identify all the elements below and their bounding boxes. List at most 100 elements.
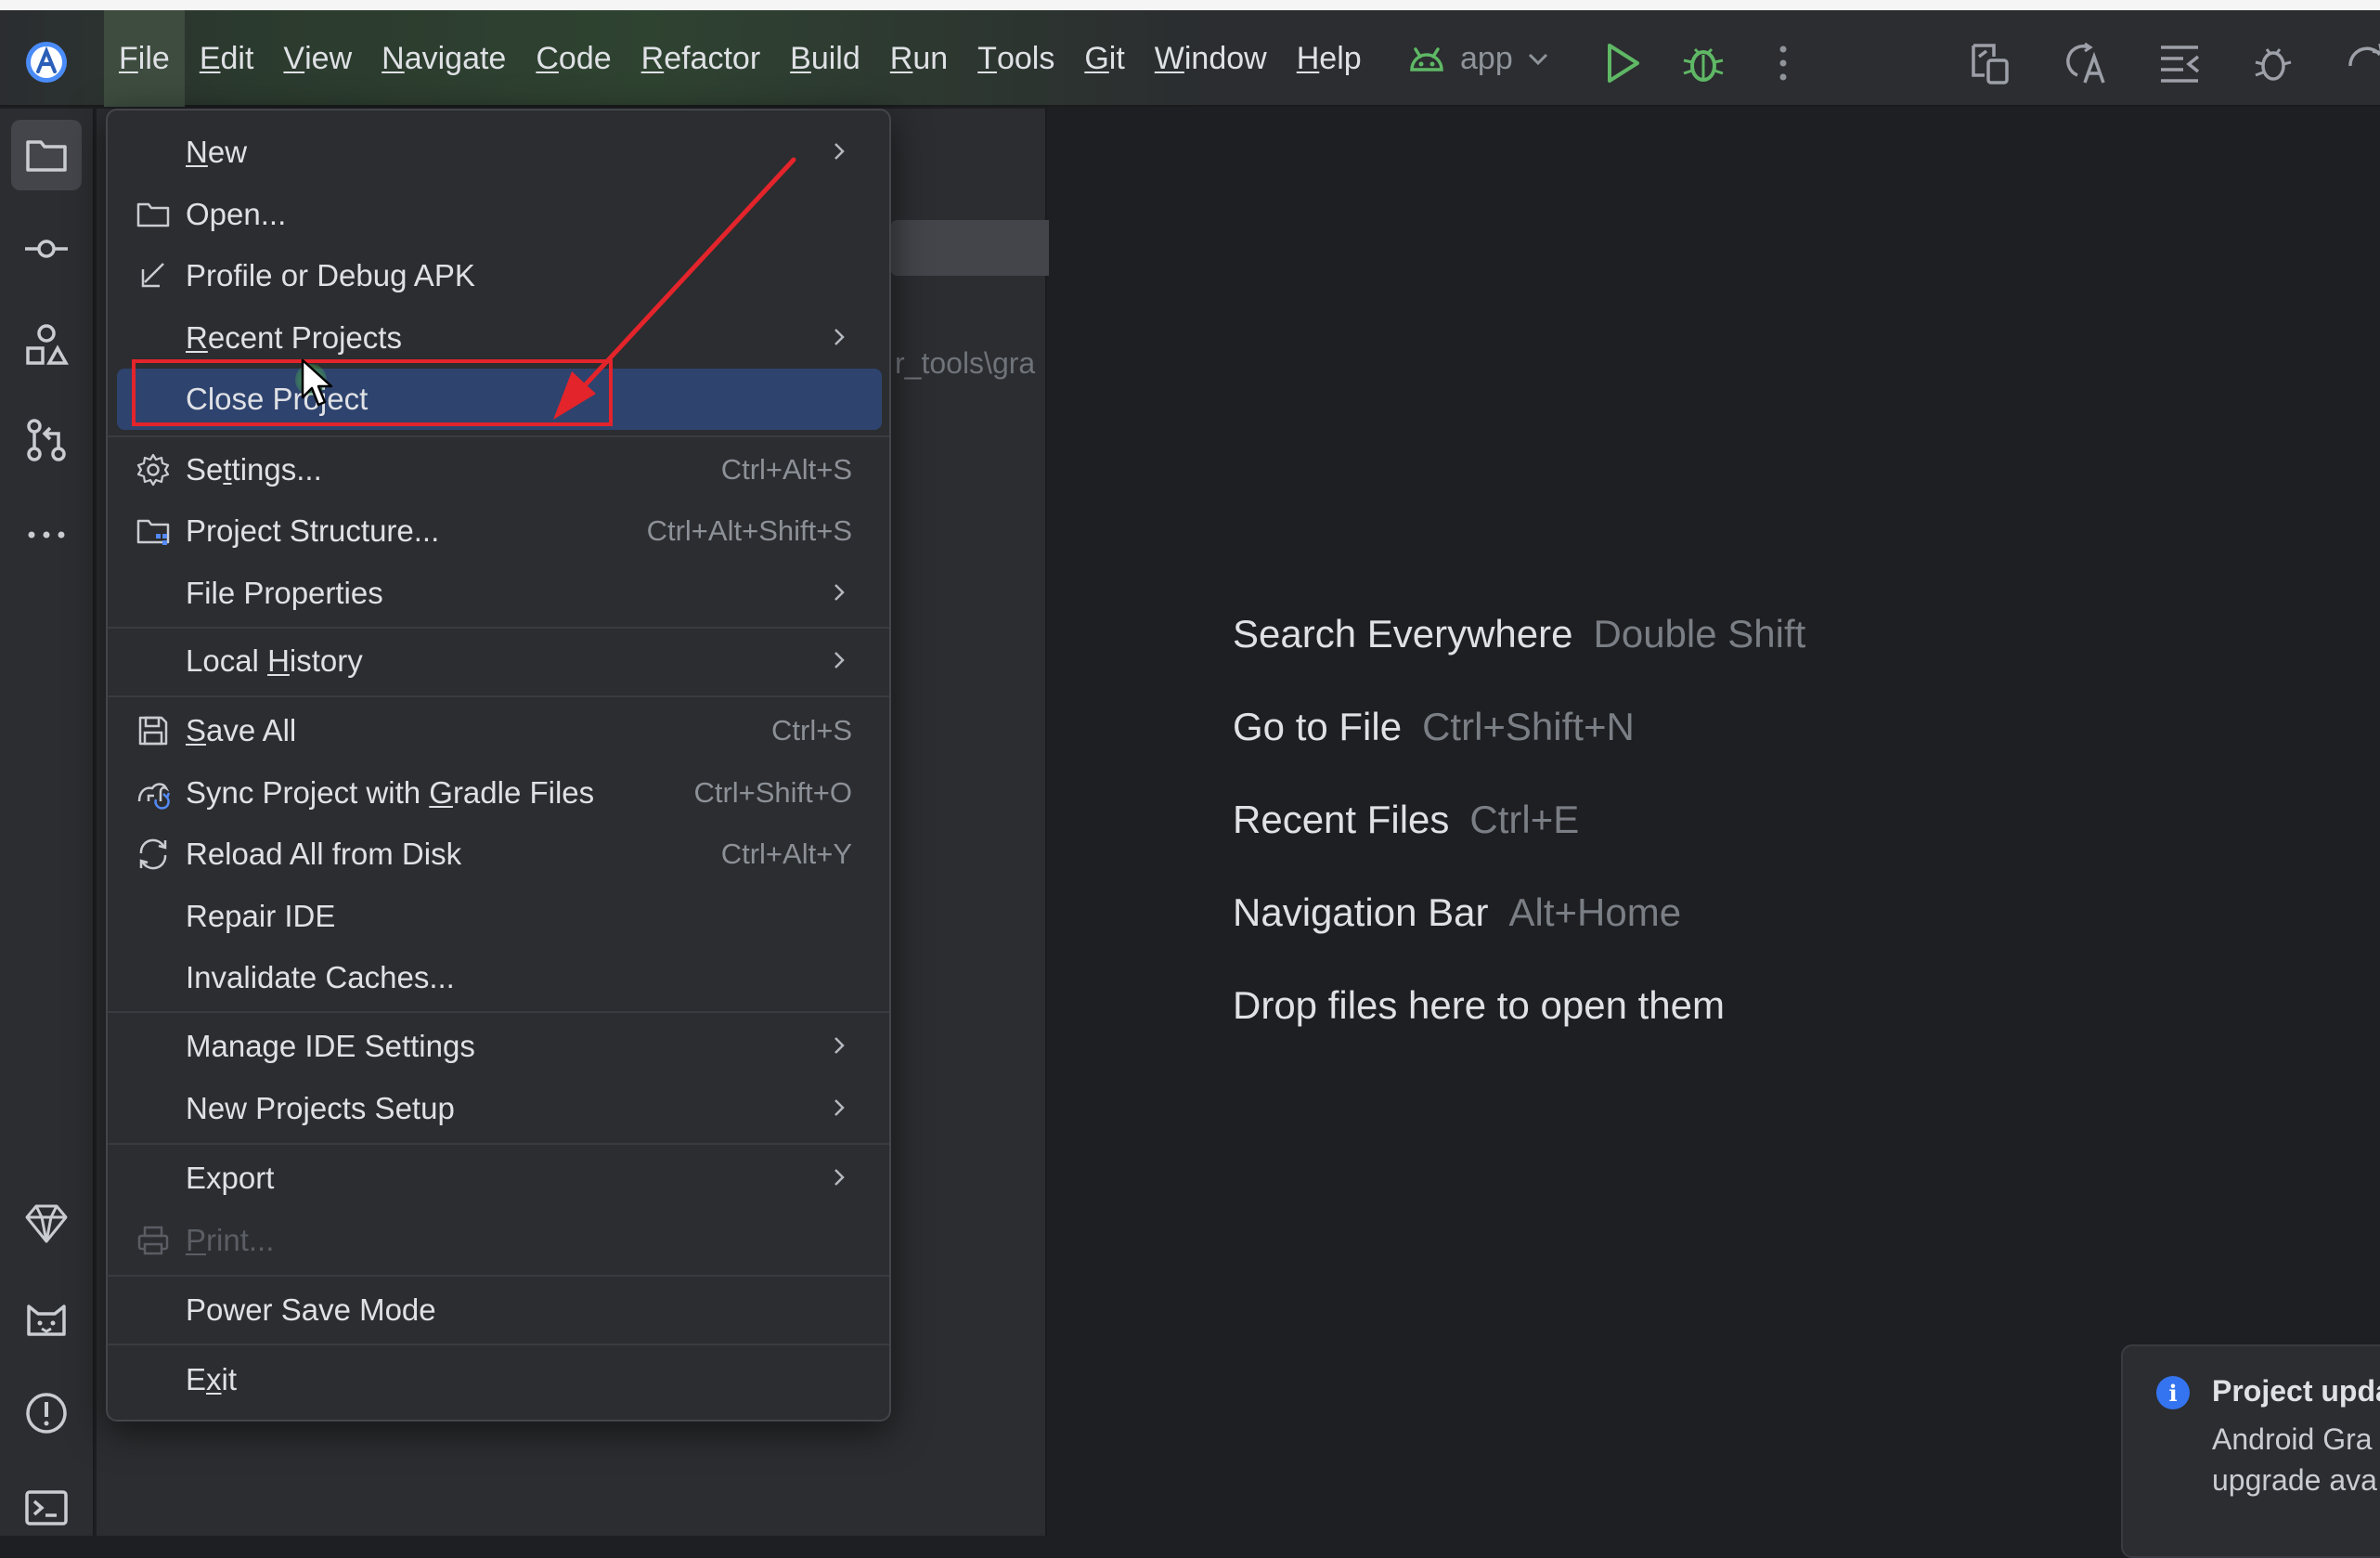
chevron-right-icon: [834, 1169, 845, 1186]
chevron-right-icon: [834, 652, 845, 669]
menu-code[interactable]: Code: [521, 10, 626, 107]
shortcut-settings: Ctrl+Alt+S: [720, 453, 852, 486]
chevron-right-icon: [834, 1099, 845, 1116]
hint-search-everywhere: Search Everywhere Double Shift: [1233, 612, 1806, 656]
shortcut-reload: Ctrl+Alt+Y: [720, 837, 852, 870]
project-folder-icon: [26, 140, 67, 172]
commit-tool-button[interactable]: [19, 222, 73, 276]
gem-icon: [25, 1204, 68, 1243]
problems-icon: [26, 1393, 67, 1434]
menu-separator: [108, 627, 889, 629]
terminal-tool-button[interactable]: [19, 1481, 73, 1535]
menu-build[interactable]: Build: [775, 10, 875, 107]
save-icon: [138, 716, 168, 746]
project-tool-button[interactable]: [11, 120, 82, 190]
info-icon: i: [2156, 1376, 2190, 1409]
project-update-notification[interactable]: i Project upda Android Gra upgrade ava: [2121, 1344, 2380, 1558]
problems-tool-button[interactable]: [19, 1386, 73, 1440]
chevron-right-icon: [834, 1037, 845, 1054]
menu-item-local-history[interactable]: Local History: [117, 630, 882, 692]
menu-item-file-properties[interactable]: File Properties: [117, 563, 882, 624]
debug-icon[interactable]: [1678, 38, 1728, 88]
resource-manager-tool-button[interactable]: [19, 318, 73, 372]
print-icon: [137, 1226, 169, 1255]
run-config-label: app: [1460, 40, 1513, 76]
menu-tools[interactable]: Tools: [963, 10, 1069, 107]
reload-icon: [139, 838, 167, 870]
menu-edit[interactable]: Edit: [185, 10, 269, 107]
menu-separator: [108, 1344, 889, 1345]
run-icon[interactable]: [1597, 38, 1647, 88]
chevron-right-icon: [834, 584, 845, 601]
menu-item-power-save-mode[interactable]: Power Save Mode: [117, 1279, 882, 1341]
menu-git[interactable]: Git: [1069, 10, 1139, 107]
translate-icon[interactable]: [2061, 38, 2111, 88]
terminal-icon: [25, 1490, 68, 1526]
app-quality-tool-button[interactable]: [19, 1293, 73, 1347]
more-tools-icon: [28, 531, 65, 539]
more-vertical-icon[interactable]: [1758, 38, 1808, 88]
menu-item-save-all[interactable]: Save All Ctrl+S: [117, 700, 882, 761]
chevron-right-icon: [834, 329, 845, 345]
left-tool-window-bar: [0, 109, 95, 1536]
chevron-right-icon: [834, 143, 845, 160]
bug-settings-icon[interactable]: [2250, 38, 2300, 88]
pull-requests-tool-button[interactable]: [19, 413, 73, 467]
sync-icon[interactable]: [2343, 38, 2380, 88]
menu-item-project-structure[interactable]: Project Structure... Ctrl+Alt+Shift+S: [117, 500, 882, 562]
menu-item-reload-from-disk[interactable]: Reload All from Disk Ctrl+Alt+Y: [117, 824, 882, 885]
notification-body-line-1: Android Gra: [2212, 1422, 2373, 1456]
gemini-tool-button[interactable]: [19, 1197, 73, 1251]
notification-body-line-2: upgrade ava: [2212, 1463, 2377, 1497]
mouse-cursor-icon: [301, 358, 333, 407]
menu-item-repair-ide[interactable]: Repair IDE: [117, 886, 882, 947]
menu-separator: [108, 695, 889, 697]
menu-refactor[interactable]: Refactor: [627, 10, 776, 107]
project-path-fragment: r_tools\gra: [895, 346, 1036, 380]
shortcut-save-all: Ctrl+S: [771, 714, 852, 747]
menu-item-settings[interactable]: Settings... Ctrl+Alt+S: [117, 439, 882, 500]
cat-icon: [27, 1305, 66, 1336]
menu-item-sync-gradle[interactable]: Sync Project with Gradle Files Ctrl+Shif…: [117, 762, 882, 824]
annotation-arrow-icon: [553, 157, 796, 420]
import-arrow-icon: [141, 263, 164, 288]
menu-run[interactable]: Run: [875, 10, 963, 107]
menu-separator: [108, 1275, 889, 1277]
menu-file[interactable]: File: [104, 10, 185, 107]
android-icon: [1410, 47, 1443, 71]
device-manager-icon[interactable]: [1966, 38, 2016, 88]
menu-help[interactable]: Help: [1282, 10, 1377, 107]
run-configuration-selector[interactable]: app: [1406, 10, 1550, 107]
android-studio-logo-icon: [26, 42, 67, 83]
menu-item-export[interactable]: Export: [117, 1148, 882, 1209]
shortcut-project-structure: Ctrl+Alt+Shift+S: [646, 514, 852, 547]
resource-manager-icon: [26, 324, 69, 365]
chevron-down-icon: [1528, 53, 1547, 66]
menu-separator: [108, 1011, 889, 1013]
gradle-sync-icon: [137, 783, 171, 810]
main-menu-bar: File Edit View Navigate Code Refactor Bu…: [104, 10, 1377, 107]
menu-window[interactable]: Window: [1140, 10, 1282, 107]
menu-view[interactable]: View: [268, 10, 367, 107]
title-bar: File Edit View Navigate Code Refactor Bu…: [0, 10, 2380, 107]
project-structure-icon: [136, 519, 170, 545]
menu-navigate[interactable]: Navigate: [367, 10, 521, 107]
hint-navigation-bar: Navigation Bar Alt+Home: [1233, 890, 1682, 934]
folder-icon: [136, 202, 170, 227]
menu-item-new-projects-setup[interactable]: New Projects Setup: [117, 1078, 882, 1139]
hint-drop-files: Drop files here to open them: [1233, 983, 1725, 1027]
hint-recent-files: Recent Files Ctrl+E: [1233, 798, 1580, 841]
pull-requests-icon: [27, 419, 66, 461]
notification-title: Project upda: [2212, 1374, 2380, 1408]
window-top-edge: [0, 0, 2380, 10]
shortcut-sync-gradle: Ctrl+Shift+O: [693, 776, 852, 809]
menu-item-manage-ide-settings[interactable]: Manage IDE Settings: [117, 1016, 882, 1077]
structure-icon[interactable]: [2155, 38, 2205, 88]
commit-icon: [25, 240, 68, 258]
menu-item-invalidate-caches[interactable]: Invalidate Caches...: [117, 947, 882, 1008]
editor-empty-state: Search Everywhere Double Shift Go to File…: [1049, 109, 2380, 1536]
gear-icon: [136, 453, 170, 487]
more-tool-windows-button[interactable]: [19, 508, 73, 562]
menu-item-print[interactable]: Print...: [117, 1210, 882, 1271]
menu-item-exit[interactable]: Exit: [117, 1349, 882, 1410]
